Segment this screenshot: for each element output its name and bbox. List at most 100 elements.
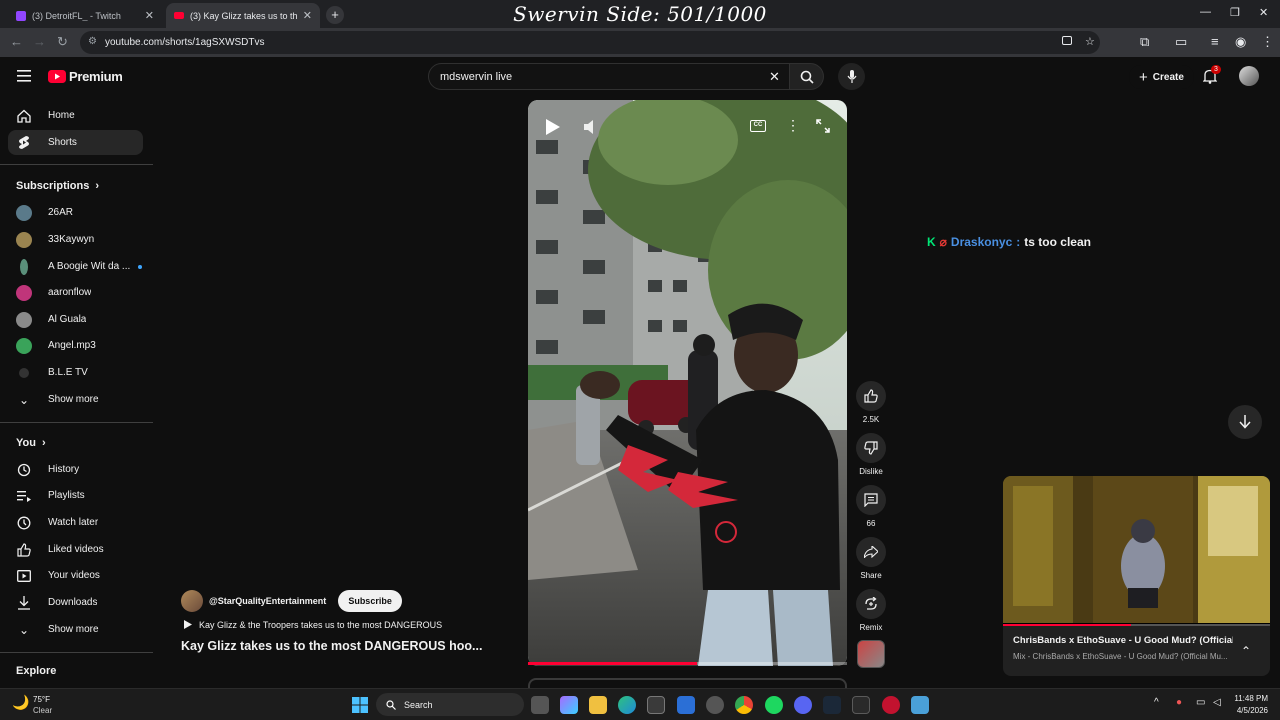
media-control-icon[interactable]: ≡ — [1211, 34, 1219, 49]
tab-youtube[interactable]: (3) Kay Glizz takes us to the mo ✕ — [166, 3, 320, 28]
sound-row[interactable]: Kay Glizz & the Troopers takes us to the… — [183, 619, 442, 630]
shorts-video-player[interactable]: CC ⋮ — [528, 100, 847, 666]
hamburger-menu-icon[interactable] — [17, 70, 31, 82]
site-info-icon[interactable]: ⚙ — [88, 36, 97, 47]
taskbar-search[interactable]: Search — [376, 693, 524, 716]
show-more-you[interactable]: ⌄ Show more — [8, 617, 143, 642]
play-button[interactable] — [542, 116, 562, 138]
sound-thumbnail[interactable] — [857, 640, 885, 668]
install-app-icon[interactable] — [1062, 36, 1072, 45]
clock-time[interactable]: 11:48 PM — [1226, 694, 1268, 703]
close-icon[interactable]: ✕ — [145, 9, 154, 22]
next-short-button[interactable] — [1228, 405, 1262, 439]
sidebar-item-home[interactable]: Home — [8, 103, 143, 128]
remix-button[interactable]: Remix — [856, 589, 886, 632]
mail-icon[interactable] — [677, 696, 695, 714]
miniplayer-progress-bar[interactable] — [1003, 624, 1270, 626]
subscribe-button[interactable]: Subscribe — [338, 590, 402, 612]
sidebar-item-subscription[interactable]: aaronflow — [8, 280, 143, 305]
captions-icon[interactable]: CC — [750, 120, 766, 132]
clock-date[interactable]: 4/5/2026 — [1226, 706, 1268, 715]
sidebar-item-subscription[interactable]: 33Kaywyn — [8, 227, 143, 252]
create-button[interactable]: + Create — [1129, 65, 1194, 89]
subscriptions-heading[interactable]: Subscriptions › — [16, 180, 99, 192]
sidebar-icon[interactable]: ▭ — [1175, 34, 1187, 50]
show-more-subscriptions[interactable]: ⌄ Show more — [8, 387, 143, 412]
maximize-icon[interactable]: ❐ — [1230, 6, 1240, 19]
menu-icon[interactable]: ⋮ — [1261, 34, 1274, 50]
close-icon[interactable]: ✕ — [303, 9, 312, 22]
more-options-icon[interactable]: ⋮ — [786, 117, 800, 134]
notifications-button[interactable]: 3 — [1203, 65, 1221, 84]
short-title[interactable]: Kay Glizz takes us to the most DANGEROUS… — [181, 639, 482, 653]
sidebar-item-subscription[interactable]: 26AR — [8, 200, 143, 225]
minimize-icon[interactable]: — — [1200, 6, 1211, 18]
sidebar-item-playlists[interactable]: Playlists — [8, 483, 143, 508]
weather-moon-icon[interactable]: 🌙 — [12, 694, 29, 711]
channel-name[interactable]: @StarQualityEntertainment — [209, 596, 326, 606]
back-icon[interactable]: ← — [10, 34, 23, 49]
new-tab-button[interactable]: + — [326, 6, 344, 24]
sidebar-item-history[interactable]: History — [8, 457, 143, 482]
sidebar-item-subscription[interactable]: Angel.mp3 — [8, 333, 143, 358]
task-view-icon[interactable] — [531, 696, 549, 714]
steam-icon[interactable] — [823, 696, 841, 714]
settings-icon[interactable] — [706, 696, 724, 714]
tray-overflow-icon[interactable]: ^ — [1154, 697, 1159, 708]
comments-button[interactable]: 66 — [856, 485, 886, 528]
search-input[interactable]: mdswervin live ✕ — [428, 63, 790, 90]
clear-search-icon[interactable]: ✕ — [769, 69, 780, 85]
next-short-preview[interactable] — [528, 678, 847, 688]
store-icon[interactable] — [647, 696, 665, 714]
dislike-button[interactable]: Dislike — [856, 433, 886, 476]
sidebar-item-subscription[interactable]: B.L.E TV — [8, 360, 143, 385]
spotify-icon[interactable] — [765, 696, 783, 714]
chrome-icon[interactable] — [735, 696, 753, 714]
volume-tray-icon[interactable]: ◁ — [1213, 697, 1221, 708]
xbox-icon[interactable] — [852, 696, 870, 714]
sidebar-item-subscription[interactable]: Al Guala — [8, 307, 143, 332]
share-button[interactable]: Share — [856, 537, 886, 580]
sidebar-item-liked-videos[interactable]: Liked videos — [8, 537, 143, 562]
sidebar-item-downloads[interactable]: Downloads — [8, 590, 143, 615]
sidebar-item-subscription[interactable]: A Boogie Wit da ... — [8, 254, 143, 279]
windows-icon — [352, 697, 368, 713]
fullscreen-button[interactable] — [816, 119, 830, 133]
opera-icon[interactable] — [882, 696, 900, 714]
volume-button[interactable] — [582, 118, 600, 136]
search-value: mdswervin live — [440, 71, 513, 83]
url-text: youtube.com/shorts/1agSXWSDTvs — [105, 37, 265, 48]
miniplayer[interactable]: ChrisBands x EthoSuave - U Good Mud? (Of… — [1003, 476, 1270, 676]
profile-icon[interactable]: ◉ — [1235, 34, 1246, 50]
shorts-icon — [19, 136, 29, 149]
like-button[interactable]: 2.5K — [856, 381, 886, 424]
sidebar-item-shorts[interactable]: Shorts — [8, 130, 143, 155]
search-button[interactable] — [790, 63, 824, 90]
reload-icon[interactable]: ↻ — [57, 34, 68, 50]
photos-icon[interactable] — [911, 696, 929, 714]
close-window-icon[interactable]: ✕ — [1259, 6, 1268, 19]
expand-miniplayer-icon[interactable]: ⌃ — [1241, 644, 1251, 658]
sidebar-item-your-videos[interactable]: Your videos — [8, 563, 143, 588]
youtube-premium-logo[interactable]: Premium — [48, 69, 123, 84]
network-icon[interactable]: ▭ — [1196, 697, 1205, 708]
account-avatar[interactable] — [1239, 66, 1259, 86]
url-field[interactable]: ⚙ youtube.com/shorts/1agSXWSDTvs ☆ — [80, 31, 1100, 54]
you-heading[interactable]: You › — [16, 437, 46, 449]
file-explorer-icon[interactable] — [589, 696, 607, 714]
discord-icon[interactable] — [794, 696, 812, 714]
voice-search-button[interactable] — [838, 63, 865, 90]
copilot-icon[interactable] — [560, 696, 578, 714]
forward-icon[interactable]: → — [33, 34, 46, 49]
video-progress-bar[interactable] — [528, 662, 847, 665]
sidebar-item-watch-later[interactable]: Watch later — [8, 510, 143, 535]
microphone-tray-icon[interactable]: ● — [1176, 697, 1182, 708]
edge-icon[interactable] — [618, 696, 636, 714]
miniplayer-subtitle: Mix - ChrisBands x EthoSuave - U Good Mu… — [1013, 652, 1228, 661]
bookmark-star-icon[interactable]: ☆ — [1085, 35, 1095, 48]
start-button[interactable] — [352, 697, 368, 713]
tab-twitch[interactable]: (3) DetroitFL_ - Twitch ✕ — [8, 3, 162, 28]
channel-avatar[interactable] — [181, 590, 203, 612]
sidebar-item-label: A Boogie Wit da ... — [48, 261, 131, 272]
extensions-icon[interactable]: ⧉ — [1140, 34, 1149, 50]
